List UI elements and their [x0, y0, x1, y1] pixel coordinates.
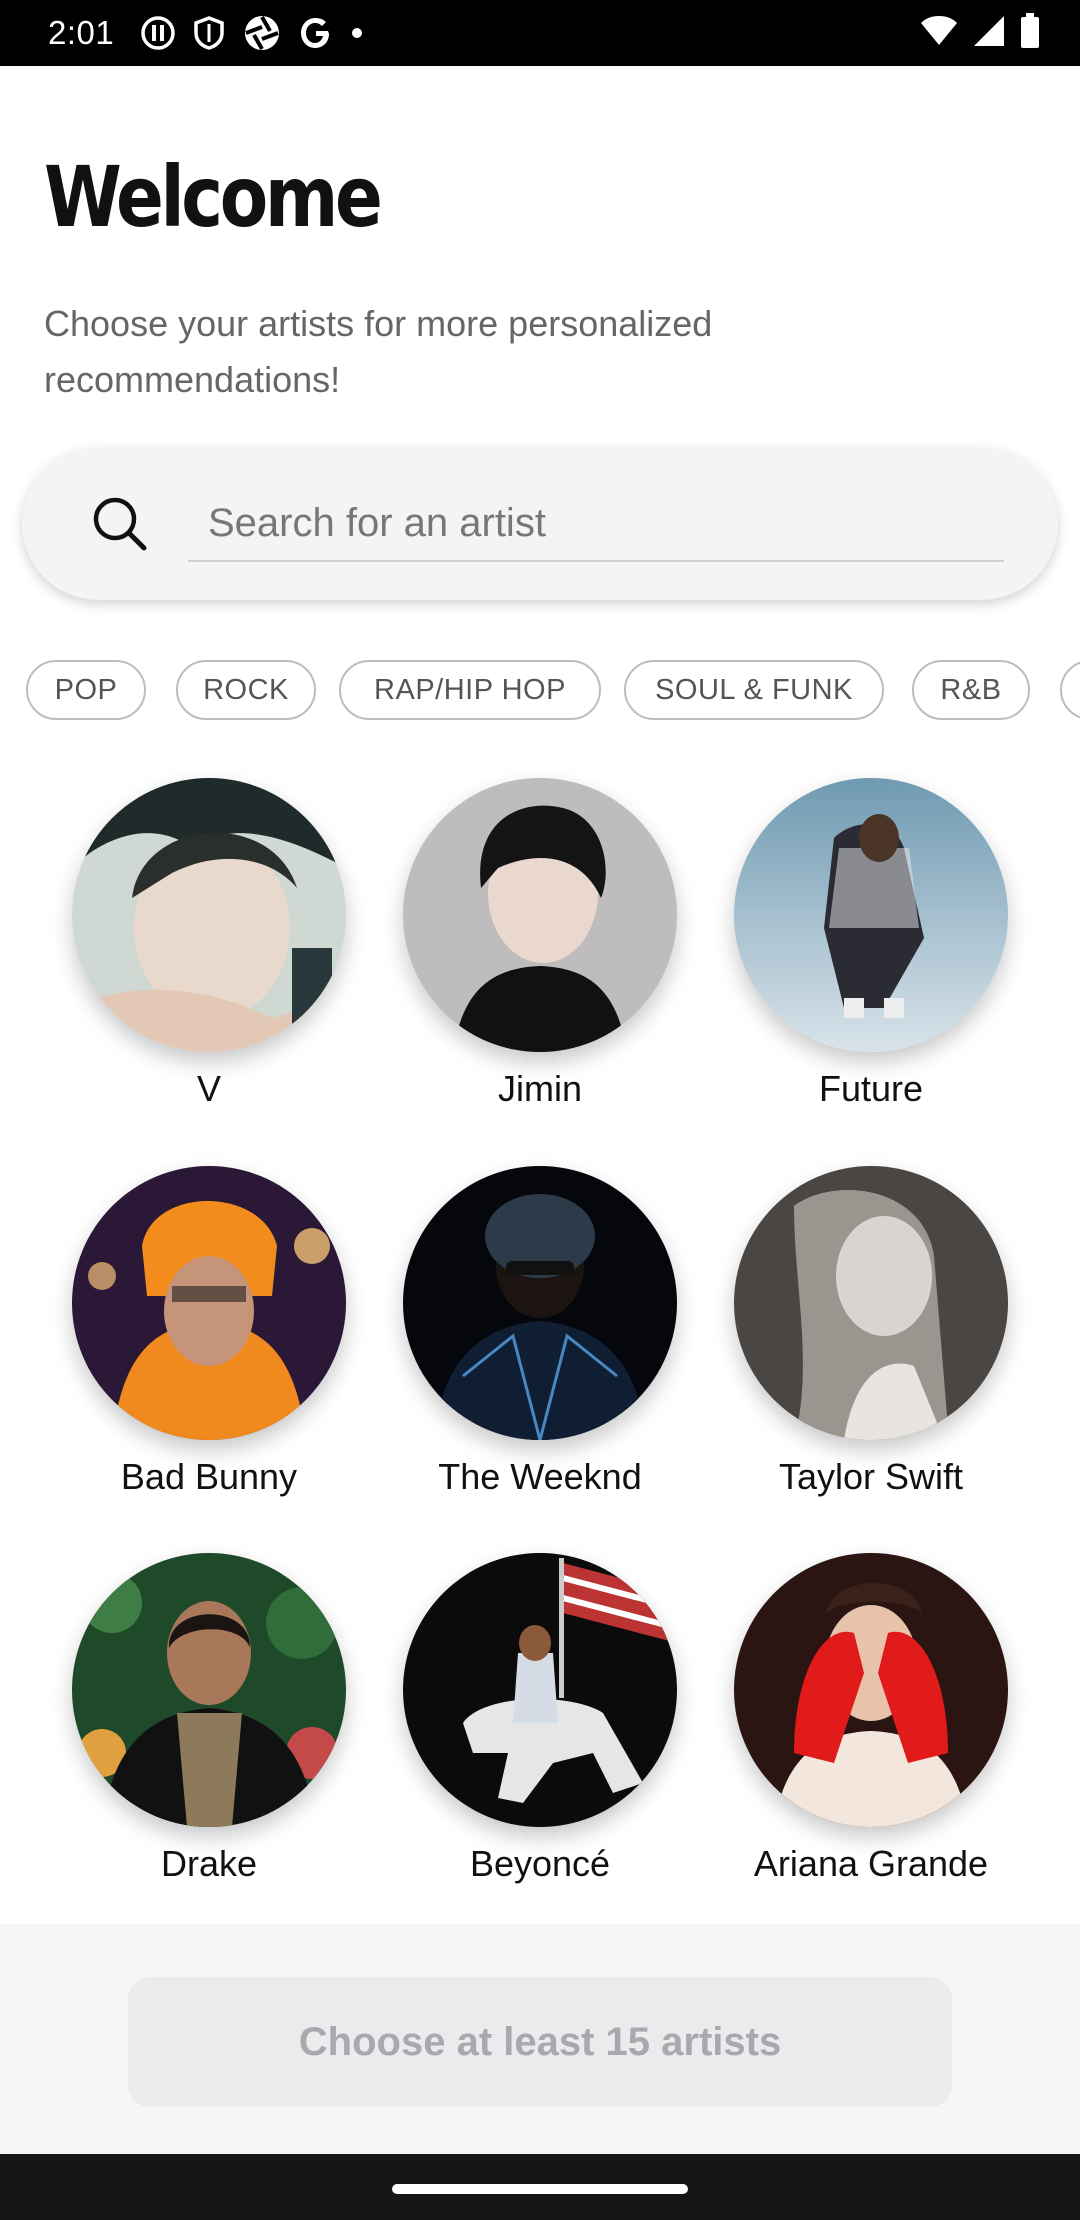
artist-photo	[72, 1166, 346, 1440]
artist-name: Bad Bunny	[120, 1456, 298, 1497]
status-bar: 2:01	[0, 0, 1080, 66]
artist-photo	[403, 778, 677, 1052]
artist-card-jimin[interactable]: Jimin	[373, 764, 687, 1140]
system-icons	[920, 12, 1040, 54]
artist-photo	[734, 1166, 1008, 1440]
artist-card-taylor-swift[interactable]: Taylor Swift	[704, 1152, 1018, 1528]
artist-photo	[734, 1553, 1008, 1827]
artist-name: Drake	[160, 1843, 258, 1884]
home-indicator[interactable]	[392, 2184, 688, 2194]
search-bar[interactable]	[22, 448, 1058, 600]
continue-button[interactable]: Choose at least 15 artists	[128, 1977, 952, 2107]
artist-card-drake[interactable]: Drake	[42, 1539, 356, 1915]
genre-chip-rap-hip-hop[interactable]: RAP/HIP HOP	[339, 660, 601, 720]
genre-filter-row: POP ROCK RAP/HIP HOP SOUL & FUNK R&B	[26, 660, 1080, 720]
genre-chip-rnb[interactable]: R&B	[912, 660, 1030, 720]
artist-photo	[72, 1553, 346, 1827]
genre-chip-rock[interactable]: ROCK	[176, 660, 316, 720]
artist-photo	[403, 1166, 677, 1440]
wifi-icon	[920, 15, 958, 52]
artist-name: Taylor Swift	[778, 1456, 964, 1497]
google-icon	[298, 15, 334, 51]
genre-chip-more[interactable]	[1060, 660, 1080, 720]
artist-card-ariana-grande[interactable]: Ariana Grande	[704, 1539, 1018, 1915]
artist-name: Beyoncé	[469, 1843, 611, 1884]
artist-photo	[72, 778, 346, 1052]
shield-icon	[192, 15, 226, 51]
artist-card-beyonce[interactable]: Beyoncé	[373, 1539, 687, 1915]
info-icon	[140, 15, 176, 51]
artist-card-future[interactable]: Future	[704, 764, 1018, 1140]
bottom-action-panel: Choose at least 15 artists	[0, 1924, 1080, 2154]
artist-card-bad-bunny[interactable]: Bad Bunny	[42, 1152, 356, 1528]
notification-icons	[140, 13, 364, 53]
status-time: 2:01	[48, 14, 115, 51]
battery-icon	[1020, 12, 1040, 54]
artist-name: Future	[818, 1068, 924, 1109]
artist-name: Ariana Grande	[753, 1843, 989, 1884]
page-title: Welcome	[44, 148, 383, 246]
aperture-icon	[242, 13, 282, 53]
system-navigation-bar	[0, 2154, 1080, 2220]
artist-photo	[403, 1553, 677, 1827]
signal-icon	[972, 14, 1006, 53]
artist-grid: V Jimin Future Bad Bunny The Weeknd Tayl…	[42, 764, 1036, 1924]
search-icon	[90, 494, 150, 554]
page-subtitle: Choose your artists for more personalize…	[44, 303, 713, 400]
dot-icon	[350, 26, 364, 40]
artist-photo	[734, 778, 1008, 1052]
genre-chip-soul-funk[interactable]: SOUL & FUNK	[624, 660, 884, 720]
artist-card-the-weeknd[interactable]: The Weeknd	[373, 1152, 687, 1528]
genre-chip-pop[interactable]: POP	[26, 660, 146, 720]
search-input[interactable]	[188, 486, 1004, 562]
artist-name: The Weeknd	[438, 1456, 642, 1497]
artist-card-v[interactable]: V	[42, 764, 356, 1140]
artist-name: Jimin	[497, 1068, 582, 1109]
artist-name: V	[196, 1068, 221, 1109]
